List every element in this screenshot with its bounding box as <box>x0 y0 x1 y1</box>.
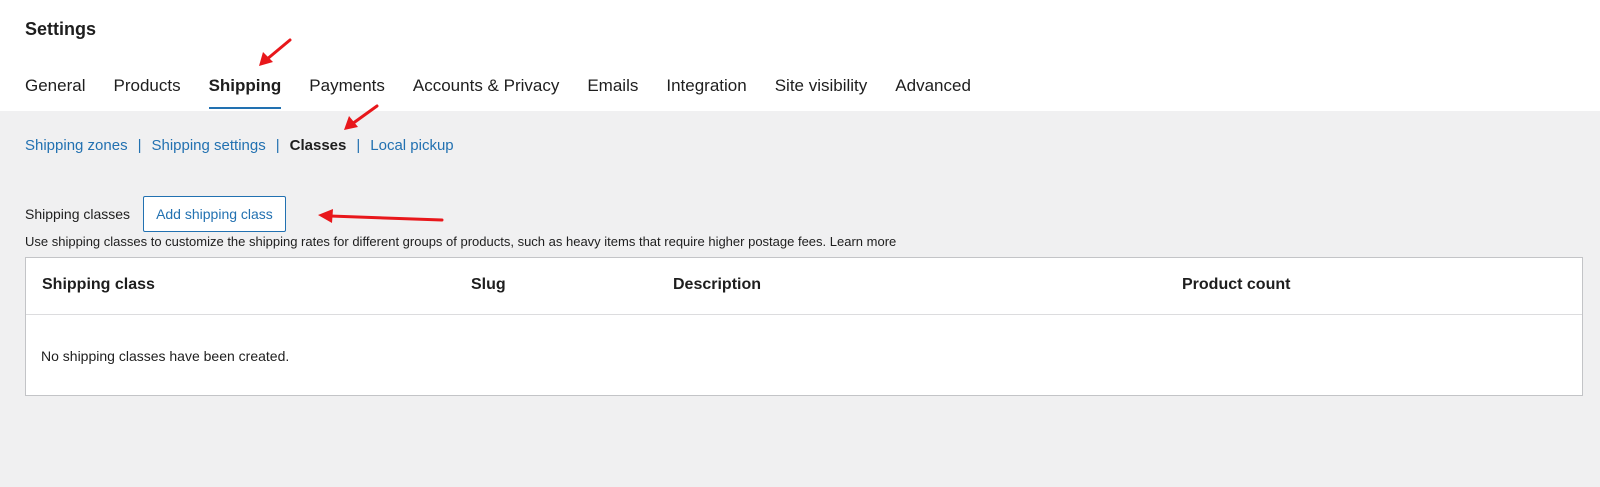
settings-tabs: General Products Shipping Payments Accou… <box>25 76 999 109</box>
subnav-classes: Classes <box>289 137 347 154</box>
shipping-classes-table: Shipping class Slug Description Product … <box>25 257 1583 396</box>
tab-products[interactable]: Products <box>113 76 180 109</box>
tab-advanced[interactable]: Advanced <box>895 76 971 109</box>
shipping-classes-header: Shipping classes Add shipping class <box>25 196 286 232</box>
learn-more-link[interactable]: Learn more <box>830 234 896 249</box>
subnav-local-pickup[interactable]: Local pickup <box>370 137 453 154</box>
tab-shipping[interactable]: Shipping <box>208 76 281 109</box>
subnav-separator: | <box>275 137 280 154</box>
tab-payments[interactable]: Payments <box>309 76 385 109</box>
tab-site-visibility[interactable]: Site visibility <box>775 76 868 109</box>
settings-header: Settings General Products Shipping Payme… <box>0 0 1600 111</box>
help-text: Use shipping classes to customize the sh… <box>25 234 896 249</box>
subnav-separator: | <box>356 137 361 154</box>
tab-general[interactable]: General <box>25 76 85 109</box>
tab-accounts-privacy[interactable]: Accounts & Privacy <box>413 76 559 109</box>
shipping-subnav: Shipping zones | Shipping settings | Cla… <box>25 137 454 154</box>
empty-state-message: No shipping classes have been created. <box>41 348 290 364</box>
column-shipping-class: Shipping class <box>42 276 155 293</box>
column-slug: Slug <box>471 276 506 293</box>
table-header: Shipping class Slug Description Product … <box>26 258 1582 315</box>
tab-integration[interactable]: Integration <box>666 76 746 109</box>
column-product-count: Product count <box>1182 276 1291 293</box>
page-title: Settings <box>25 19 97 39</box>
column-description: Description <box>673 276 762 293</box>
section-title: Shipping classes <box>25 206 131 222</box>
help-description: Use shipping classes to customize the sh… <box>25 234 827 249</box>
tab-emails[interactable]: Emails <box>587 76 638 109</box>
add-shipping-class-button[interactable]: Add shipping class <box>143 196 286 232</box>
arrow-to-add-button <box>318 209 444 223</box>
subnav-separator: | <box>137 137 142 154</box>
subnav-shipping-zones[interactable]: Shipping zones <box>25 137 128 154</box>
subnav-shipping-settings[interactable]: Shipping settings <box>151 137 265 154</box>
